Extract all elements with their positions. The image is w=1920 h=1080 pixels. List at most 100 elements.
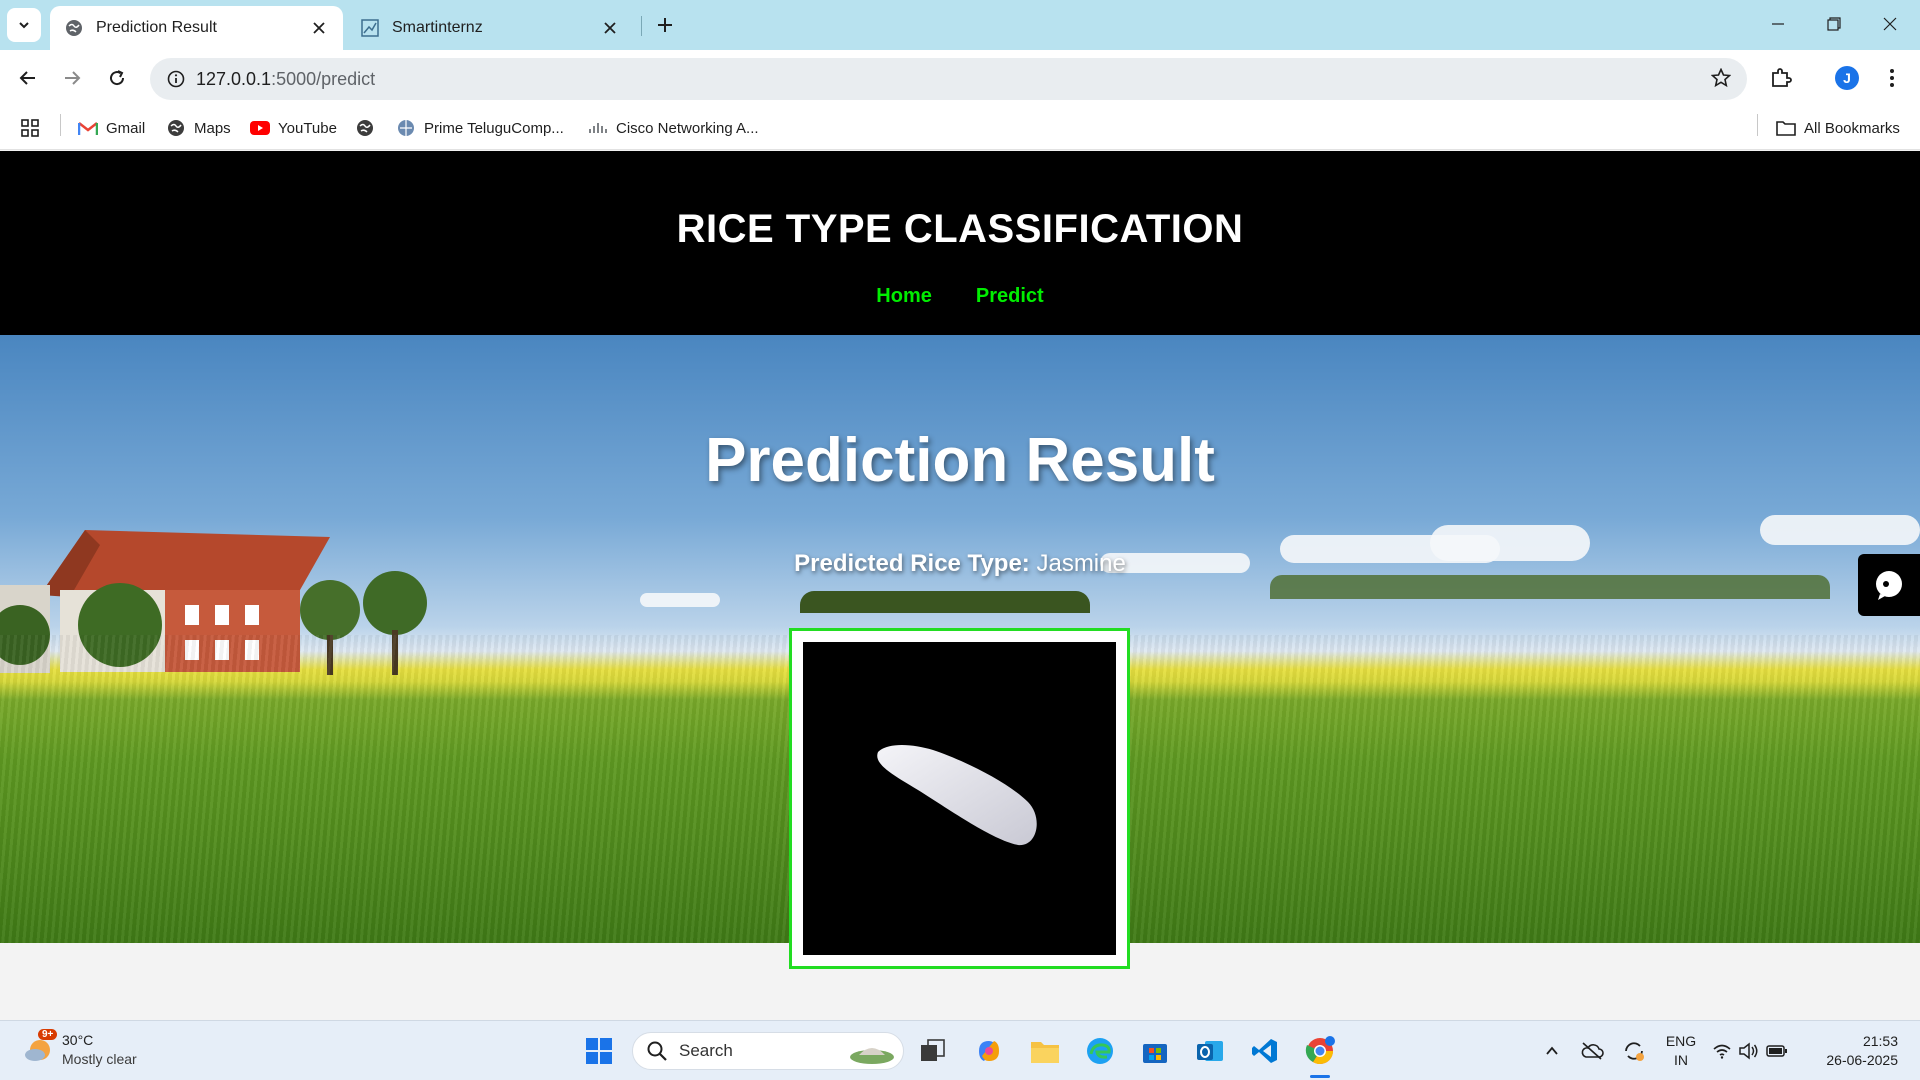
- forward-button[interactable]: [54, 60, 90, 96]
- windows-logo-icon: [586, 1038, 612, 1064]
- site-nav: Home Predict: [0, 285, 1920, 308]
- bookmark-prime-telugu[interactable]: Prime TeluguComp...: [396, 114, 564, 142]
- copilot-button[interactable]: [971, 1033, 1007, 1069]
- result-label: Predicted Rice Type:: [794, 550, 1030, 577]
- system-clock[interactable]: 21:53 26-06-2025: [1812, 1032, 1898, 1070]
- weather-description: Mostly clear: [62, 1051, 137, 1067]
- browser-toolbar: 127.0.0.1:5000/predict J: [0, 50, 1920, 106]
- taskbar-search[interactable]: Search: [632, 1032, 904, 1070]
- gmail-icon: [78, 118, 98, 138]
- all-bookmarks-label: All Bookmarks: [1804, 119, 1900, 137]
- cloud: [1760, 515, 1920, 545]
- profile-button[interactable]: J: [1829, 60, 1865, 96]
- site-info-icon[interactable]: [156, 70, 196, 88]
- copilot-icon: [979, 1041, 999, 1061]
- task-view-button[interactable]: [915, 1033, 951, 1069]
- tree-line: [1270, 575, 1830, 599]
- tab-strip: Prediction Result Smartinternz: [0, 0, 1920, 50]
- folder-icon: [1031, 1042, 1059, 1063]
- nav-home-link[interactable]: Home: [876, 285, 932, 308]
- language-primary: ENG: [1665, 1033, 1697, 1049]
- globe-icon: [166, 118, 186, 138]
- extensions-button[interactable]: [1763, 60, 1799, 96]
- chat-widget-button[interactable]: [1858, 554, 1920, 616]
- tab-search-button[interactable]: [7, 8, 41, 42]
- globe-icon: [396, 118, 416, 138]
- vscode-icon: [1252, 1039, 1277, 1063]
- uploaded-image-frame: [789, 628, 1130, 969]
- file-explorer-button[interactable]: [1027, 1033, 1063, 1069]
- outlook-icon: [1197, 1041, 1223, 1061]
- apps-button[interactable]: [20, 114, 40, 142]
- bookmark-cisco[interactable]: Cisco Networking A...: [588, 114, 759, 142]
- prediction-result: Predicted Rice Type: Jasmine: [0, 550, 1920, 578]
- restore-button[interactable]: [1806, 0, 1862, 48]
- nav-predict-link[interactable]: Predict: [976, 285, 1044, 308]
- close-window-button[interactable]: [1862, 0, 1918, 48]
- clock-date: 26-06-2025: [1826, 1052, 1898, 1068]
- bookmark-star-icon[interactable]: [1710, 67, 1732, 93]
- bookmark-globe[interactable]: [355, 114, 383, 142]
- url-path: :5000/predict: [271, 68, 376, 89]
- bookmark-label: Cisco Networking A...: [616, 119, 759, 137]
- cisco-icon: [588, 118, 608, 138]
- chrome-button[interactable]: [1302, 1033, 1338, 1069]
- bookmark-separator: [60, 114, 61, 136]
- reload-button[interactable]: [99, 60, 135, 96]
- chevron-up-icon: [1546, 1046, 1558, 1055]
- avatar: J: [1835, 66, 1859, 90]
- sync-button[interactable]: [1616, 1033, 1652, 1069]
- back-button[interactable]: [10, 60, 46, 96]
- bookmark-gmail[interactable]: Gmail: [78, 114, 145, 142]
- weather-alert-badge: 9+: [38, 1029, 58, 1040]
- edge-icon: [1087, 1038, 1113, 1064]
- tab-smartinternz[interactable]: Smartinternz: [346, 6, 634, 50]
- rice-grain-image: [803, 642, 1116, 955]
- cloud: [640, 593, 720, 607]
- start-button[interactable]: [581, 1033, 617, 1069]
- chat-bubble-icon: [1876, 571, 1902, 600]
- bookmark-youtube[interactable]: YouTube: [250, 114, 337, 142]
- weather-widget[interactable]: 9+ 30°C Mostly clear: [22, 1029, 137, 1069]
- close-icon[interactable]: [600, 18, 620, 38]
- new-tab-button[interactable]: [650, 10, 680, 40]
- bookmark-maps[interactable]: Maps: [166, 114, 231, 142]
- cloud-off-icon: [1581, 1042, 1604, 1060]
- site-header: RICE TYPE CLASSIFICATION Home Predict: [0, 151, 1920, 335]
- bookmark-label: Prime TeluguComp...: [424, 119, 564, 137]
- vscode-button[interactable]: [1247, 1033, 1283, 1069]
- bookmark-separator: [1757, 114, 1758, 136]
- quick-settings-button[interactable]: [1710, 1033, 1790, 1069]
- address-bar[interactable]: 127.0.0.1:5000/predict: [150, 58, 1747, 100]
- edge-button[interactable]: [1082, 1033, 1118, 1069]
- reload-icon: [110, 70, 125, 86]
- globe-icon: [64, 18, 84, 38]
- taskbar: 9+ 30°C Mostly clear Search ENG IN 21:53…: [0, 1020, 1920, 1080]
- all-bookmarks-button[interactable]: All Bookmarks: [1776, 114, 1900, 142]
- clock-time: 21:53: [1862, 1033, 1898, 1049]
- result-value: Jasmine: [1036, 550, 1126, 577]
- prediction-heading: Prediction Result: [705, 426, 1215, 495]
- tree-grove: [800, 591, 1090, 613]
- bookmark-label: Gmail: [106, 119, 146, 137]
- show-hidden-icons-button[interactable]: [1534, 1033, 1570, 1069]
- minimize-icon: [1772, 23, 1784, 25]
- youtube-icon: [250, 118, 270, 138]
- close-icon: [1883, 17, 1897, 31]
- search-placeholder: Search: [679, 1041, 733, 1060]
- menu-button[interactable]: [1874, 60, 1910, 96]
- onedrive-button[interactable]: [1574, 1033, 1610, 1069]
- arrow-left-icon: [19, 71, 35, 85]
- close-icon[interactable]: [309, 18, 329, 38]
- tab-prediction-result[interactable]: Prediction Result: [50, 6, 343, 50]
- minimize-button[interactable]: [1750, 0, 1806, 48]
- outlook-button[interactable]: [1192, 1033, 1228, 1069]
- language-secondary: IN: [1674, 1052, 1688, 1068]
- plus-icon: [658, 18, 672, 32]
- language-indicator[interactable]: ENG IN: [1664, 1032, 1698, 1070]
- task-view-icon: [921, 1039, 945, 1061]
- tab-title: Smartinternz: [392, 19, 483, 36]
- active-app-indicator: [1310, 1075, 1330, 1078]
- wifi-icon: [1713, 1044, 1731, 1059]
- store-button[interactable]: [1137, 1033, 1173, 1069]
